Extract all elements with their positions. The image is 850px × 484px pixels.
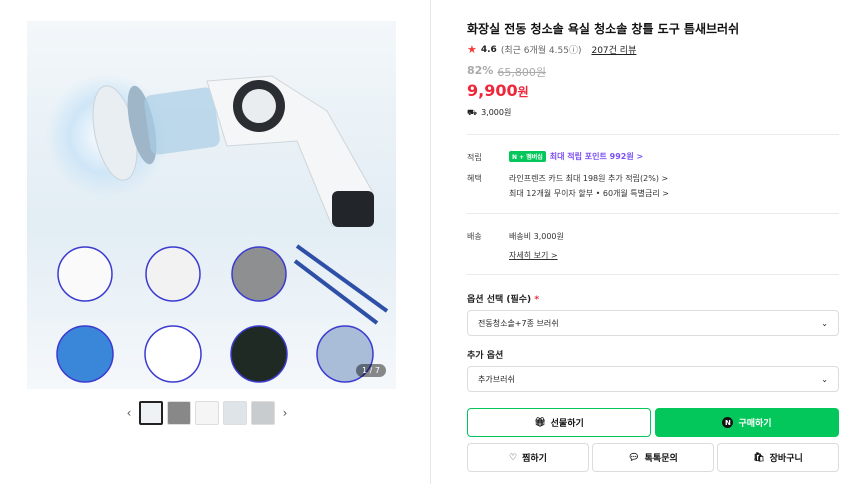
shipping-fee-value: 3,000원 xyxy=(481,108,512,117)
chevron-down-icon: ⌄ xyxy=(821,318,828,328)
npay-membership-badge: N + 멤버십 xyxy=(509,151,546,162)
benefit-label: 혜택 xyxy=(467,174,482,183)
wish-button[interactable]: ♡ 찜하기 xyxy=(467,443,589,472)
image-counter: 1 / 7 xyxy=(356,364,386,377)
required-mark: * xyxy=(534,295,540,305)
wish-button-label: 찜하기 xyxy=(522,454,547,464)
points-value: 최대 적립 포인트 992원 > xyxy=(549,152,644,161)
option-selected: 전동청소솔+7종 브러쉬 xyxy=(478,318,559,328)
benefit-line-2[interactable]: 최대 12개월 무이자 할부 • 60개월 특별금리 > xyxy=(509,188,669,199)
thumbnail-4[interactable] xyxy=(223,401,247,425)
thumbnail-5[interactable] xyxy=(251,401,275,425)
option-label: 옵션 선택 (필수) * xyxy=(467,292,539,305)
brush-heads-grid xyxy=(56,244,389,383)
product-info-panel: 화장실 전동 청소솔 욕실 청소솔 창틀 도구 틈새브러쉬 ★ 4.6 (최근 … xyxy=(467,0,839,484)
benefit-line-1[interactable]: 라인프렌즈 카드 최대 198원 추가 적립(2%) > xyxy=(509,173,668,184)
discount-row: 82% 65,800원 xyxy=(467,64,546,80)
cart-button-label: 장바구니 xyxy=(769,454,803,464)
cart-button[interactable]: 🛍︎ 장바구니 xyxy=(717,443,839,472)
thumbnail-strip: ‹ › xyxy=(123,399,299,427)
rating-row: ★ 4.6 (최근 6개월 4.55ⓘ) 207건 리뷰 xyxy=(467,43,636,56)
rating-score: 4.6 xyxy=(480,44,497,55)
points-label: 적립 xyxy=(467,153,482,162)
electric-brush-illustration xyxy=(45,74,374,227)
divider xyxy=(467,213,839,214)
thumbnail-2[interactable] xyxy=(167,401,191,425)
price-unit: 원 xyxy=(517,85,529,99)
discount-rate: 82% xyxy=(467,64,494,77)
product-title: 화장실 전동 청소솔 욕실 청소솔 창틀 도구 틈새브러쉬 xyxy=(467,22,740,36)
truck-icon: ⛟ xyxy=(467,107,478,117)
buy-button-label: 구매하기 xyxy=(738,419,772,429)
extra-option-select[interactable]: 추가브러쉬 ⌄ xyxy=(467,366,839,392)
option-select[interactable]: 전동청소솔+7종 브러쉬 ⌄ xyxy=(467,310,839,336)
talk-button[interactable]: 💬︎ 톡톡문의 xyxy=(592,443,714,472)
star-icon: ★ xyxy=(467,43,477,56)
chevron-down-icon: ⌄ xyxy=(821,374,828,384)
chevron-right-icon[interactable]: › xyxy=(279,406,291,420)
extra-option-selected: 추가브러쉬 xyxy=(478,374,515,384)
price-value: 9,900 xyxy=(467,81,518,100)
gift-icon: 🎁︎ xyxy=(534,417,546,428)
panel-divider xyxy=(430,0,431,484)
chevron-left-icon[interactable]: ‹ xyxy=(123,406,135,420)
delivery-label: 배송 xyxy=(467,232,482,241)
option-label-text: 옵션 선택 (필수) xyxy=(467,295,532,305)
sale-price: 9,900원 xyxy=(467,81,529,100)
main-product-image[interactable]: 1 / 7 xyxy=(27,21,396,389)
chat-icon: 💬︎ xyxy=(628,452,640,463)
divider xyxy=(467,134,839,135)
divider xyxy=(467,274,839,275)
thumbnail-3[interactable] xyxy=(195,401,219,425)
buy-button[interactable]: N 구매하기 xyxy=(655,408,839,437)
original-price: 65,800원 xyxy=(497,66,546,79)
rating-meta: (최근 6개월 4.55ⓘ) xyxy=(500,46,582,56)
heart-icon: ♡ xyxy=(509,452,518,463)
gift-button[interactable]: 🎁︎ 선물하기 xyxy=(467,408,651,437)
points-row[interactable]: N + 멤버십 최대 적립 포인트 992원 > xyxy=(509,151,643,162)
delivery-more-link[interactable]: 자세히 보기 > xyxy=(509,250,558,261)
shipping-fee: ⛟ 3,000원 xyxy=(467,107,511,118)
talk-button-label: 톡톡문의 xyxy=(644,454,678,464)
npay-icon: N xyxy=(722,417,734,428)
cart-icon: 🛍︎ xyxy=(753,452,765,463)
reviews-link[interactable]: 207건 리뷰 xyxy=(591,43,636,56)
delivery-value: 배송비 3,000원 xyxy=(509,232,564,241)
thumbnail-1[interactable] xyxy=(139,401,163,425)
extra-option-label: 추가 옵션 xyxy=(467,351,504,361)
gift-button-label: 선물하기 xyxy=(550,419,584,429)
